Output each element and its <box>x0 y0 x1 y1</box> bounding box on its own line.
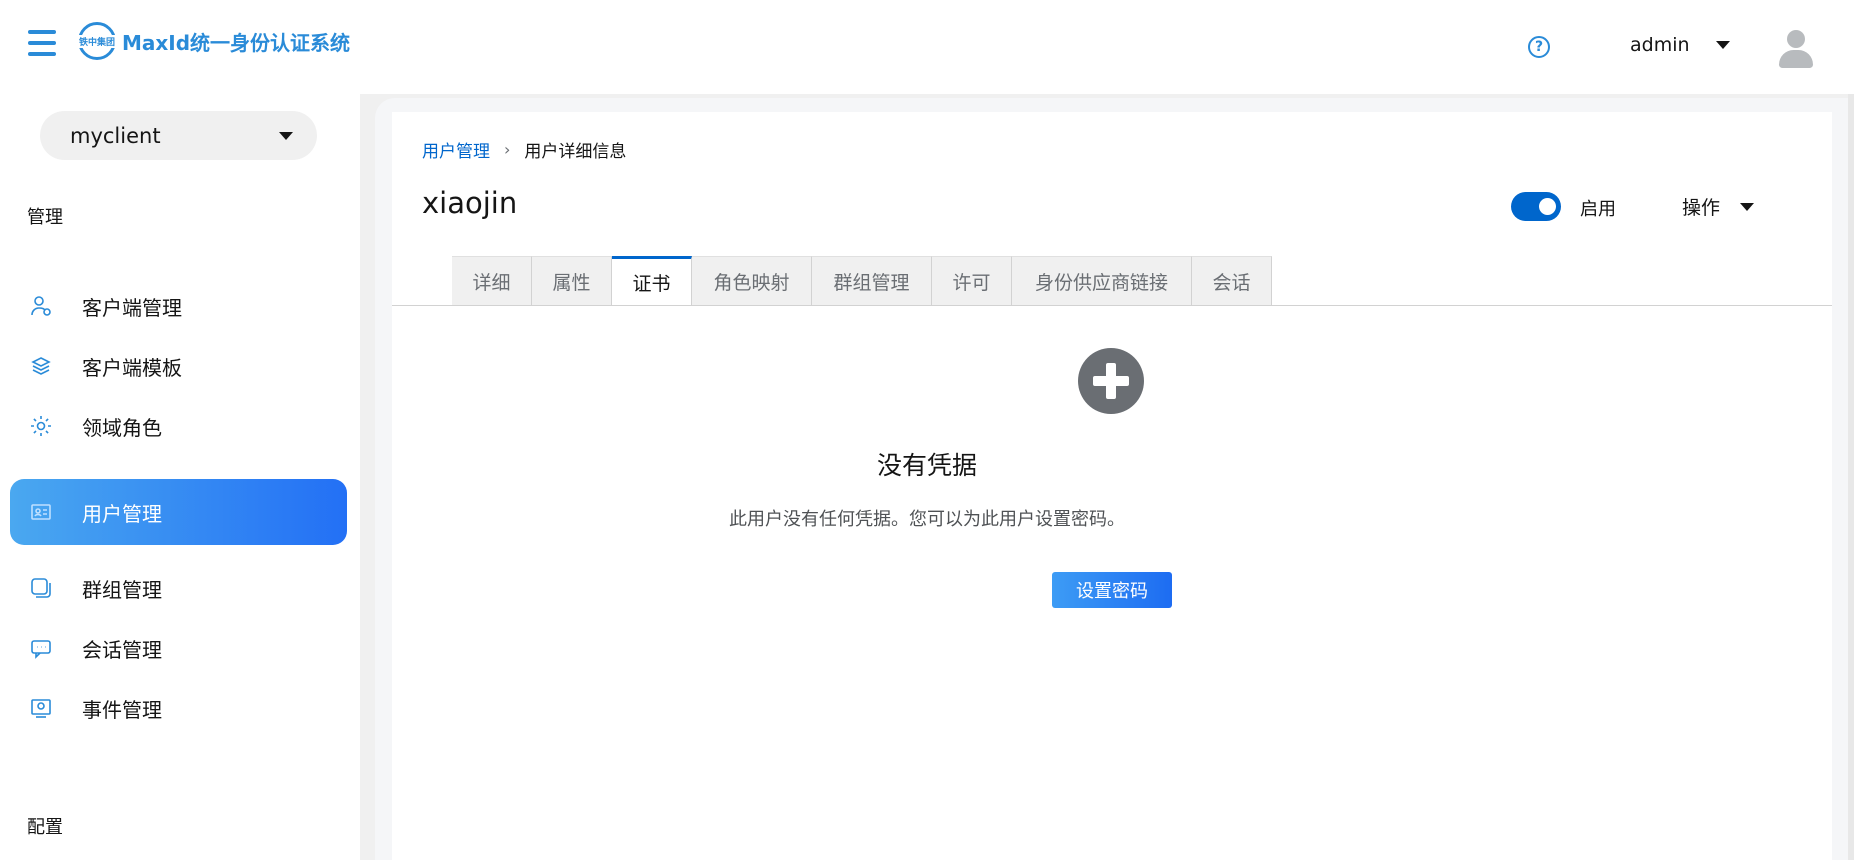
sidebar-item-client-template[interactable]: 客户端模板 <box>10 333 347 399</box>
app-logo[interactable]: 铁中集团 MaxId统一身份认证系统 <box>78 22 350 60</box>
tab-identity-provider-links[interactable]: 身份供应商链接 <box>1012 256 1192 306</box>
sidebar-item-label: 客户端管理 <box>82 295 182 320</box>
client-select[interactable]: myclient <box>40 111 317 160</box>
tab-bar: 详细 属性 证书 角色映射 群组管理 许可 身份供应商链接 会话 <box>452 256 1272 306</box>
section-title-manage: 管理 <box>27 207 63 228</box>
logo-mark-text: 铁中集团 <box>78 34 117 48</box>
tab-consents[interactable]: 许可 <box>932 256 1012 306</box>
tab-credentials[interactable]: 证书 <box>612 256 692 306</box>
set-password-button[interactable]: 设置密码 <box>1052 572 1172 608</box>
empty-state-body: 此用户没有任何凭据。您可以为此用户设置密码。 <box>729 509 1125 530</box>
tab-attributes[interactable]: 属性 <box>532 256 612 306</box>
user-shield-icon <box>28 293 54 319</box>
chevron-down-icon <box>279 132 293 140</box>
user-name: admin <box>1630 34 1690 56</box>
sidebar-item-label: 客户端模板 <box>82 355 182 380</box>
section-title-config: 配置 <box>27 817 63 838</box>
user-avatar-icon[interactable] <box>1778 30 1814 70</box>
app-title: MaxId统一身份认证系统 <box>122 30 351 55</box>
sidebar-item-group-management[interactable]: 群组管理 <box>10 555 347 621</box>
tab-groups[interactable]: 群组管理 <box>812 256 932 306</box>
question-circle-icon[interactable]: ? <box>1528 36 1550 58</box>
action-dropdown-label: 操作 <box>1682 197 1721 219</box>
chat-icon <box>28 635 54 661</box>
empty-state-title: 没有凭据 <box>876 451 977 480</box>
tab-role-mapping[interactable]: 角色映射 <box>692 256 812 306</box>
action-dropdown[interactable]: 操作 <box>1682 193 1755 220</box>
scrollbar[interactable] <box>1848 94 1854 860</box>
sidebar-item-session-management[interactable]: 会话管理 <box>10 615 347 681</box>
plus-circle-icon <box>1078 348 1144 414</box>
sidebar-item-label: 群组管理 <box>82 577 162 602</box>
breadcrumb-link-user-management[interactable]: 用户管理 <box>422 137 490 162</box>
gear-icon <box>28 413 54 439</box>
breadcrumb: 用户管理 › 用户详细信息 <box>422 137 626 162</box>
toggle-knob <box>1539 198 1556 215</box>
layers-icon <box>28 353 54 379</box>
enabled-label: 启用 <box>1580 199 1616 220</box>
chevron-right-icon: › <box>504 140 511 159</box>
user-menu[interactable]: admin <box>1630 34 1730 56</box>
logo-mark-icon: 铁中集团 <box>78 22 117 60</box>
sidebar-item-event-management[interactable]: 事件管理 <box>10 675 347 741</box>
event-icon <box>28 695 54 721</box>
client-select-value: myclient <box>70 123 161 148</box>
tab-details[interactable]: 详细 <box>452 256 532 306</box>
sidebar-item-client-management[interactable]: 客户端管理 <box>10 273 347 339</box>
hamburger-menu-icon[interactable] <box>28 30 56 58</box>
enabled-toggle[interactable] <box>1511 192 1561 221</box>
chevron-down-icon <box>1715 41 1730 49</box>
sidebar-item-label: 事件管理 <box>82 697 162 722</box>
top-header: 铁中集团 MaxId统一身份认证系统 ? admin <box>0 0 1854 94</box>
sidebar-item-label: 领域角色 <box>82 415 162 440</box>
group-icon <box>28 575 54 601</box>
tab-sessions[interactable]: 会话 <box>1192 256 1272 306</box>
breadcrumb-current: 用户详细信息 <box>524 142 627 162</box>
sidebar-item-label: 会话管理 <box>82 637 162 662</box>
page-title: xiaojin <box>422 186 518 220</box>
chevron-down-icon <box>1740 202 1755 211</box>
